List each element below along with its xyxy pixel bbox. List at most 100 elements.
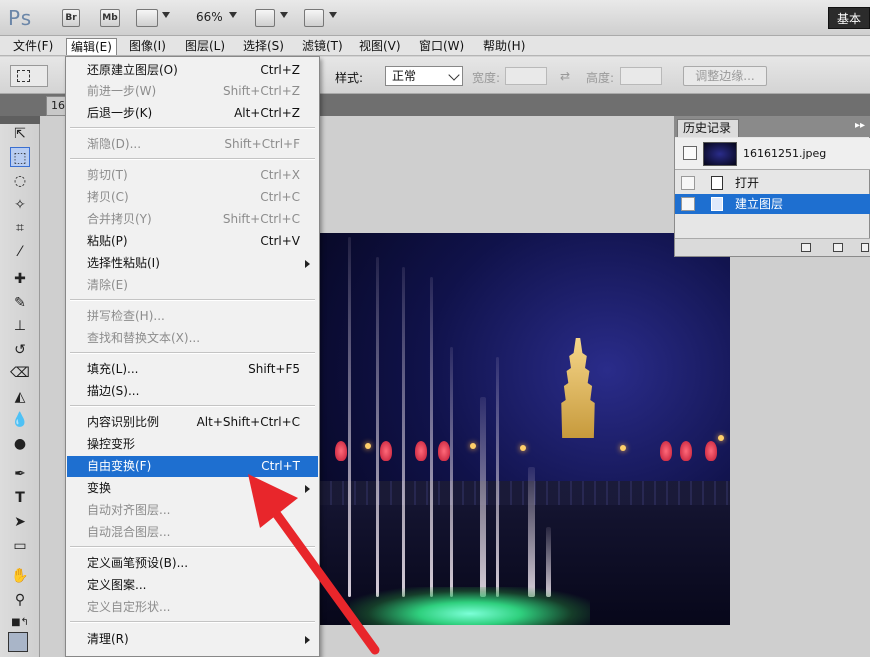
brush-source-icon[interactable] [683,146,697,160]
screen-mode-dropdown-icon[interactable] [329,12,337,18]
tool-preset-picker[interactable] [10,65,48,87]
history-brush-icon[interactable]: ↺ [10,340,30,360]
quick-selection-tool-icon[interactable]: ✧ [10,195,30,215]
menu-image[interactable]: 图像(I) [125,38,170,55]
healing-brush-icon[interactable]: ✚ [10,269,30,289]
default-colors-icon[interactable]: ■↰ [10,613,30,633]
zoom-level[interactable]: 66% [196,10,223,24]
marquee-tool-icon[interactable]: ⬚ [10,147,30,167]
history-panel-footer [675,238,870,256]
refine-edge-button[interactable]: 调整边缘... [683,66,767,86]
menu-item-cut[interactable]: 剪切(T) Ctrl+X [67,165,318,186]
fountain-jet [348,237,351,597]
crop-tool-icon[interactable]: ⌗ [10,218,30,238]
menu-item-transform[interactable]: 变换 [67,478,318,499]
snapshot-thumbnail [703,142,737,166]
menu-item-undo[interactable]: 还原建立图层(O) Ctrl+Z [67,60,318,81]
zoom-dropdown-icon[interactable] [229,12,237,18]
fountain-glow [350,587,590,625]
pen-tool-icon[interactable]: ✒ [10,464,30,484]
marquee-icon [17,70,30,82]
brush-tool-icon[interactable]: ✎ [10,293,30,313]
bridge-button[interactable]: Br [62,9,80,27]
swap-icon[interactable]: ⇄ [560,69,570,83]
history-snapshot[interactable]: 16161251.jpeg [675,138,870,170]
view-extras-dropdown-icon[interactable] [162,12,170,18]
menu-file[interactable]: 文件(F) [9,38,57,55]
menu-item-free-transform[interactable]: 自由变换(F) Ctrl+T [67,456,318,477]
menu-item-copy-merged[interactable]: 合并拷贝(Y) Shift+Ctrl+C [67,209,318,230]
menu-item-puppet-warp[interactable]: 操控变形 [67,434,318,455]
menu-item-stroke[interactable]: 描边(S)... [67,381,318,402]
menu-edit[interactable]: 编辑(E) [66,38,117,55]
menu-layer[interactable]: 图层(L) [181,38,229,55]
arrange-dropdown-icon[interactable] [280,12,288,18]
mini-bridge-button[interactable]: Mb [100,9,120,27]
foreground-color-swatch[interactable] [8,632,28,652]
menu-item-fade[interactable]: 渐隐(D)... Shift+Ctrl+F [67,134,318,155]
menu-filter[interactable]: 滤镜(T) [298,38,347,55]
dodge-tool-icon[interactable]: ● [10,434,30,454]
history-panel-tab[interactable]: 历史记录 [677,119,739,137]
menu-item-auto-align-layers[interactable]: 自动对齐图层... [67,500,318,521]
lasso-tool-icon[interactable]: ◌ [10,171,30,191]
clone-stamp-icon[interactable]: ⊥ [10,316,30,336]
menu-item-clear[interactable]: 清除(E) [67,275,318,296]
screen-mode-icon[interactable] [304,9,324,27]
style-value: 正常 [392,69,417,83]
menu-item-step-backward[interactable]: 后退一步(K) Alt+Ctrl+Z [67,103,318,124]
menu-window[interactable]: 窗口(W) [415,38,468,55]
history-step-new-layer[interactable]: 建立图层 [675,194,870,214]
eraser-tool-icon[interactable]: ⌫ [10,363,30,383]
arrange-documents-icon[interactable] [255,9,275,27]
delete-state-icon[interactable] [861,243,869,252]
hand-tool-icon[interactable]: ✋ [10,566,30,586]
create-snapshot-icon[interactable] [833,243,843,252]
width-label: 宽度: [472,71,501,85]
menu-item-define-pattern[interactable]: 定义图案... [67,575,318,596]
view-extras-icon[interactable] [136,9,158,27]
eyedropper-tool-icon[interactable]: ⁄ [10,242,30,262]
history-step-open[interactable]: 打开 [675,173,870,193]
paint-bucket-icon[interactable]: ◭ [10,387,30,407]
menu-item-find-replace[interactable]: 查找和替换文本(X)... [67,328,318,349]
submenu-arrow-icon [305,636,310,644]
menu-item-paste-special[interactable]: 选择性粘贴(I) [67,253,318,274]
menu-bar: 文件(F) 编辑(E) 图像(I) 图层(L) 选择(S) 滤镜(T) 视图(V… [0,36,870,56]
menu-item-fill[interactable]: 填充(L)... Shift+F5 [67,359,318,380]
type-tool-icon[interactable]: T [10,488,30,508]
style-select[interactable]: 正常 [385,66,463,86]
menu-select[interactable]: 选择(S) [239,38,288,55]
menu-view[interactable]: 视图(V) [355,38,405,55]
menu-item-paste[interactable]: 粘贴(P) Ctrl+V [67,231,318,252]
menu-item-check-spelling[interactable]: 拼写检查(H)... [67,306,318,327]
history-panel-header: 历史记录 ▸▸ [675,117,870,137]
new-document-from-state-icon[interactable] [801,243,811,252]
move-tool-icon[interactable]: ⇱ [10,124,30,144]
toolbox-header[interactable] [0,116,40,124]
pagoda-graphic [561,338,595,438]
chevron-down-icon [448,69,460,81]
height-field[interactable] [620,67,662,85]
menu-item-copy[interactable]: 拷贝(C) Ctrl+C [67,187,318,208]
history-panel: 历史记录 ▸▸ 16161251.jpeg 打开 建立图层 [674,116,870,257]
menu-item-purge[interactable]: 清理(R) [67,629,318,650]
path-selection-icon[interactable]: ➤ [10,512,30,532]
history-source-checkbox[interactable] [681,176,695,190]
blur-tool-icon[interactable]: 💧 [10,410,30,430]
menu-item-define-custom-shape[interactable]: 定义自定形状... [67,597,318,618]
menu-item-auto-blend-layers[interactable]: 自动混合图层... [67,522,318,543]
width-field[interactable] [505,67,547,85]
zoom-tool-icon[interactable]: ⚲ [10,590,30,610]
document-canvas[interactable] [320,233,730,625]
rectangle-tool-icon[interactable]: ▭ [10,536,30,556]
edit-menu-dropdown: 还原建立图层(O) Ctrl+Z 前进一步(W) Shift+Ctrl+Z 后退一步… [65,56,320,657]
menu-help[interactable]: 帮助(H) [479,38,529,55]
menu-item-define-brush-preset[interactable]: 定义画笔预设(B)... [67,553,318,574]
document-icon [711,176,723,190]
menu-item-content-aware-scale[interactable]: 内容识别比例 Alt+Shift+Ctrl+C [67,412,318,433]
panel-menu-icon[interactable]: ▸▸ [855,120,865,131]
workspace-switcher[interactable]: 基本 [828,7,870,29]
menu-item-step-forward[interactable]: 前进一步(W) Shift+Ctrl+Z [67,81,318,102]
history-source-checkbox[interactable] [681,197,695,211]
